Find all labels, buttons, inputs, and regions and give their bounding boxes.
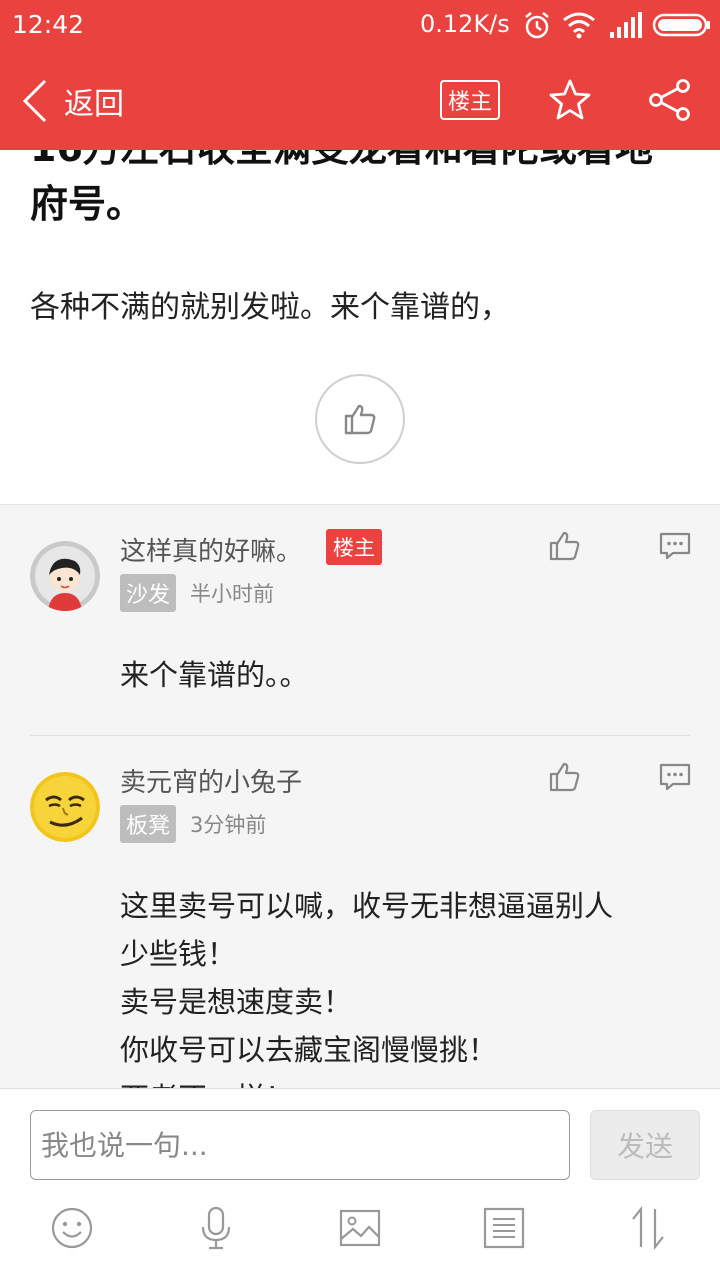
comment-item: 卖元宵的小兔子 板凳 3分钟前 这里卖号可以喊，收号无非想逼逼别人 少些钱！ 卖… (0, 736, 720, 1088)
comment-username[interactable]: 卖元宵的小兔子 (120, 762, 302, 799)
thumbs-up-icon[interactable] (548, 529, 582, 563)
comment-list: 这样真的好嘛。 楼主 沙发 半小时前 来个靠谱的。。 卖元宵的小兔子 板凳 3分… (0, 504, 720, 1088)
post-title: 16万左右收全满变龙看和看陀或看地府号。 (30, 150, 653, 226)
comment-username[interactable]: 这样真的好嘛。 (120, 531, 302, 568)
list-icon[interactable] (481, 1205, 527, 1251)
comment-text-line: 你收号可以去藏宝阁慢慢挑！ (120, 1033, 498, 1067)
signal-icon (610, 12, 642, 38)
comment-text-line: 少些钱！ (120, 937, 237, 971)
star-icon[interactable] (548, 78, 592, 122)
microphone-icon[interactable] (193, 1205, 239, 1251)
avatar[interactable] (30, 541, 100, 611)
post-body: 各种不满的就别发啦。来个靠谱的， (30, 290, 510, 325)
comment-time: 半小时前 (190, 582, 274, 606)
back-button[interactable]: 返回 (22, 76, 142, 126)
emoji-icon[interactable] (49, 1205, 95, 1251)
reply-icon[interactable] (658, 760, 692, 794)
comment-time: 3分钟前 (190, 813, 267, 837)
comment-text-line: 卖号是想速度卖！ (120, 985, 353, 1019)
sort-icon[interactable] (625, 1205, 671, 1251)
post-content: 16万左右收全满变龙看和看陀或看地府号。 各种不满的就别发啦。来个靠谱的， (0, 150, 720, 505)
wifi-icon (563, 12, 595, 39)
status-time: 12:42 (12, 10, 85, 39)
share-icon[interactable] (648, 78, 692, 122)
floor-badge: 沙发 (120, 574, 177, 612)
comment-text-line: 这里卖号可以喊，收号无非想逼逼别人 (120, 889, 614, 923)
reply-bar: 发送 (0, 1088, 720, 1280)
post-like-button[interactable] (315, 374, 405, 464)
back-label: 返回 (64, 87, 124, 122)
comment-text-line: 两者不一样！ (120, 1074, 690, 1088)
comment-item: 这样真的好嘛。 楼主 沙发 半小时前 来个靠谱的。。 (0, 505, 720, 735)
status-icons (520, 10, 715, 40)
owner-only-button[interactable]: 楼主 (440, 80, 500, 120)
avatar[interactable] (30, 772, 100, 842)
top-bar: 12:42 0.12K/s 返回 楼主 (0, 0, 720, 150)
owner-badge: 楼主 (326, 529, 382, 565)
battery-icon (652, 13, 710, 37)
comment-text: 来个靠谱的。。 (120, 658, 309, 692)
image-icon[interactable] (337, 1205, 383, 1251)
thumbs-up-icon (344, 404, 376, 435)
alarm-icon (525, 12, 549, 39)
status-bar: 12:42 0.12K/s (0, 0, 720, 50)
network-speed: 0.12K/s (420, 10, 510, 38)
send-button[interactable]: 发送 (590, 1110, 700, 1180)
nav-row: 返回 楼主 (0, 50, 720, 150)
thumbs-up-icon[interactable] (548, 760, 582, 794)
comment-text: 这里卖号可以喊，收号无非想逼逼别人 少些钱！ 卖号是想速度卖！ 你收号可以去藏宝… (120, 882, 690, 1088)
back-chevron-icon (22, 79, 47, 123)
floor-badge: 板凳 (120, 805, 177, 843)
reply-input[interactable] (30, 1110, 570, 1180)
reply-icon[interactable] (658, 529, 692, 563)
